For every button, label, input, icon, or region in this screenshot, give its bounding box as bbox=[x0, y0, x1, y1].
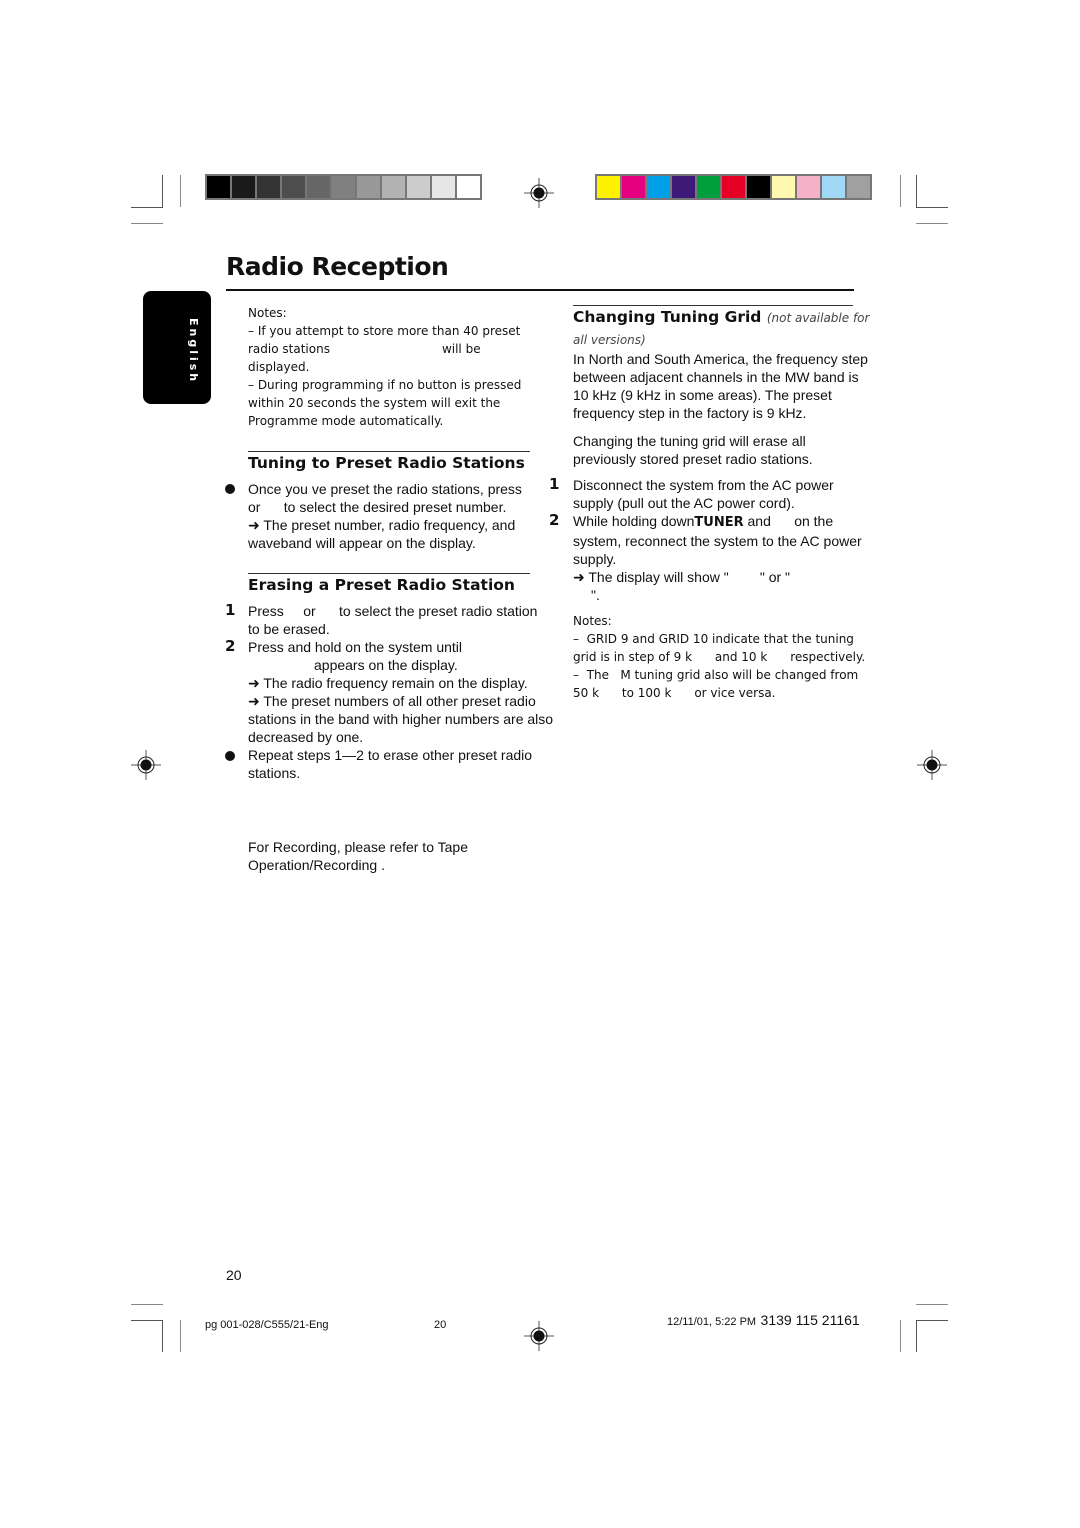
registration-mark-icon bbox=[131, 750, 161, 780]
step-number: 1 bbox=[225, 601, 236, 619]
section-heading-tuning-grid: Changing Tuning Grid (not available for bbox=[573, 308, 870, 326]
print-timestamp: 12/11/01, 5:22 PM bbox=[667, 1316, 757, 1328]
color-swatch bbox=[432, 176, 455, 198]
sheet-number: 20 bbox=[434, 1319, 447, 1331]
tuning-grid-notes: Notes: – GRID 9 and GRID 10 indicate tha… bbox=[573, 614, 866, 700]
step-number: 2 bbox=[225, 637, 236, 655]
color-swatch bbox=[772, 176, 795, 198]
part-number: 3139 115 21161 bbox=[760, 1312, 860, 1328]
note-line: displayed. bbox=[248, 360, 310, 374]
crop-mark bbox=[162, 175, 163, 207]
color-swatch bbox=[597, 176, 620, 198]
color-swatch bbox=[697, 176, 720, 198]
page-number: 20 bbox=[226, 1267, 242, 1283]
crop-mark bbox=[180, 1320, 181, 1352]
file-reference: pg 001-028/C555/21-Eng bbox=[205, 1319, 329, 1331]
color-swatch bbox=[332, 176, 355, 198]
title-divider bbox=[226, 289, 854, 291]
color-swatch bbox=[257, 176, 280, 198]
color-swatch bbox=[207, 176, 230, 198]
language-tab-label: English bbox=[187, 318, 200, 385]
color-swatch bbox=[282, 176, 305, 198]
section-heading-erasing: Erasing a Preset Radio Station bbox=[248, 576, 515, 594]
step-number: 2 bbox=[549, 511, 560, 529]
color-swatch bbox=[307, 176, 330, 198]
crop-mark bbox=[180, 175, 181, 207]
print-info: 12/11/01, 5:22 PM 3139 115 21161 bbox=[667, 1312, 860, 1330]
crop-mark bbox=[131, 1320, 163, 1321]
crop-mark bbox=[131, 1304, 163, 1305]
bullet-icon bbox=[225, 484, 235, 494]
tuning-grid-steps: Disconnect the system from the AC power … bbox=[573, 477, 862, 603]
section-divider bbox=[573, 305, 853, 306]
crop-mark bbox=[900, 1320, 901, 1352]
bullet-icon bbox=[225, 751, 235, 761]
color-swatch bbox=[672, 176, 695, 198]
grayscale-calibration-bar bbox=[205, 174, 482, 200]
heading-subnote: all versions) bbox=[573, 333, 646, 347]
crop-mark bbox=[916, 175, 917, 207]
crop-mark bbox=[916, 1304, 948, 1305]
section-heading-tuning: Tuning to Preset Radio Stations bbox=[248, 454, 525, 472]
color-swatch bbox=[407, 176, 430, 198]
crop-mark bbox=[916, 1320, 948, 1321]
section-divider bbox=[248, 451, 530, 452]
tuning-instructions: Once you ve preset the radio stations, p… bbox=[248, 481, 522, 551]
color-swatch bbox=[622, 176, 645, 198]
color-swatch bbox=[457, 176, 480, 198]
section-divider bbox=[248, 573, 530, 574]
color-swatch bbox=[822, 176, 845, 198]
page-title: Radio Reception bbox=[226, 252, 449, 281]
color-swatch bbox=[357, 176, 380, 198]
notes-block: Notes: – If you attempt to store more th… bbox=[248, 304, 548, 430]
erasing-instructions: Press or to select the preset radio stat… bbox=[248, 603, 554, 781]
step-number: 1 bbox=[549, 475, 560, 493]
recording-reference: For Recording, please refer to Tape Oper… bbox=[248, 839, 468, 873]
crop-mark bbox=[900, 175, 901, 207]
note-line: – During programming if no button is pre… bbox=[248, 378, 522, 392]
tuner-button-label: TUNER bbox=[694, 515, 744, 530]
crop-mark bbox=[916, 207, 948, 208]
registration-mark-icon bbox=[917, 750, 947, 780]
registration-mark-icon bbox=[524, 1321, 554, 1351]
color-swatch bbox=[797, 176, 820, 198]
color-calibration-bar bbox=[595, 174, 872, 200]
color-swatch bbox=[847, 176, 870, 198]
note-line: Programme mode automatically. bbox=[248, 414, 444, 428]
crop-mark bbox=[916, 223, 948, 224]
color-swatch bbox=[232, 176, 255, 198]
crop-mark bbox=[131, 207, 163, 208]
language-tab bbox=[143, 291, 211, 404]
crop-mark bbox=[131, 223, 163, 224]
crop-mark bbox=[162, 1320, 163, 1352]
color-swatch bbox=[647, 176, 670, 198]
notes-label: Notes: bbox=[248, 306, 287, 320]
note-line: within 20 seconds the system will exit t… bbox=[248, 396, 501, 410]
registration-mark-icon bbox=[524, 178, 554, 208]
tuning-grid-intro: In North and South America, the frequenc… bbox=[573, 351, 868, 421]
color-swatch bbox=[382, 176, 405, 198]
color-swatch bbox=[747, 176, 770, 198]
tuning-grid-warning: Changing the tuning grid will erase all … bbox=[573, 433, 813, 467]
note-line: radio stations will be bbox=[248, 342, 481, 356]
note-line: – If you attempt to store more than 40 p… bbox=[248, 324, 521, 338]
crop-mark bbox=[916, 1320, 917, 1352]
color-swatch bbox=[722, 176, 745, 198]
